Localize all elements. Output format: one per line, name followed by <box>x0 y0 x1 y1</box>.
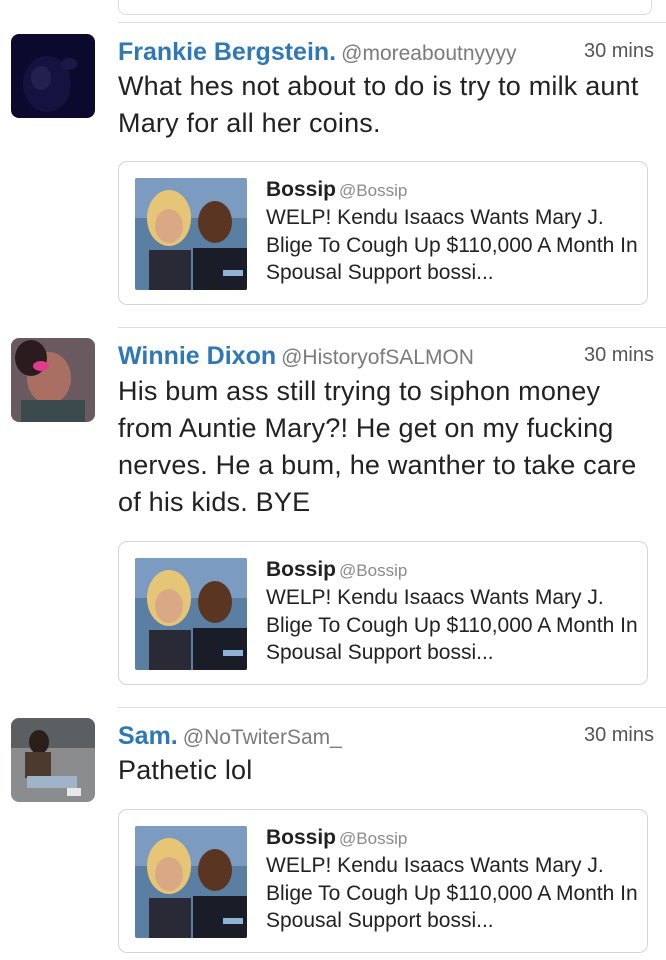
tweet-divider <box>118 707 666 708</box>
card-source-handle: @Bossip <box>339 829 408 848</box>
tweet-divider <box>118 327 666 328</box>
link-card-text: Bossip @Bossip WELP! Kendu Isaacs Wants M… <box>266 826 639 935</box>
timestamp: 30 mins <box>583 40 654 62</box>
avatar[interactable] <box>11 718 95 802</box>
card-source-name: Bossip <box>266 826 337 849</box>
tweet-text: His bum ass still trying to siphon money… <box>118 376 637 517</box>
avatar[interactable] <box>11 34 95 118</box>
link-card-text: Bossip @Bossip WELP! Kendu Isaacs Wants M… <box>266 178 639 287</box>
tweet-text: What hes not about to do is try to milk … <box>118 71 639 138</box>
card-description: WELP! Kendu Isaacs Wants Mary J. Blige T… <box>266 206 638 284</box>
link-card-thumbnail <box>135 558 247 670</box>
link-card-thumbnail <box>135 826 247 938</box>
author-name[interactable]: Sam. <box>118 722 178 750</box>
card-source-handle: @Bossip <box>339 561 408 580</box>
previous-link-card-edge <box>118 0 652 15</box>
tweet-divider <box>118 22 666 23</box>
tweet-header: Frankie Bergstein. @moreaboutnyyyy 30 min… <box>118 38 654 72</box>
author-handle[interactable]: @moreaboutnyyyy <box>341 42 516 65</box>
link-card-thumbnail <box>135 178 247 290</box>
author-handle[interactable]: @HistoryofSALMON <box>281 346 474 369</box>
card-source-name: Bossip <box>266 178 337 201</box>
author-handle[interactable]: @NoTwiterSam_ <box>183 726 342 749</box>
card-description: WELP! Kendu Isaacs Wants Mary J. Blige T… <box>266 854 638 932</box>
avatar[interactable] <box>11 338 95 422</box>
timestamp: 30 mins <box>583 344 654 366</box>
card-source-name: Bossip <box>266 558 337 581</box>
timestamp: 30 mins <box>583 724 654 746</box>
card-description: WELP! Kendu Isaacs Wants Mary J. Blige T… <box>266 586 638 664</box>
author-name[interactable]: Frankie Bergstein. <box>118 38 336 66</box>
tweet-text: Pathetic lol <box>118 755 253 785</box>
card-source-handle: @Bossip <box>339 181 408 200</box>
link-card[interactable]: Bossip @Bossip WELP! Kendu Isaacs Wants M… <box>118 161 648 305</box>
tweet-header: Sam. @NoTwiterSam_ 30 mins <box>118 722 654 756</box>
link-card-text: Bossip @Bossip WELP! Kendu Isaacs Wants M… <box>266 558 639 667</box>
link-card[interactable]: Bossip @Bossip WELP! Kendu Isaacs Wants M… <box>118 809 648 953</box>
tweet-header: Winnie Dixon @HistoryofSALMON 30 mins <box>118 342 654 376</box>
link-card[interactable]: Bossip @Bossip WELP! Kendu Isaacs Wants M… <box>118 541 648 685</box>
author-name[interactable]: Winnie Dixon <box>118 342 276 370</box>
